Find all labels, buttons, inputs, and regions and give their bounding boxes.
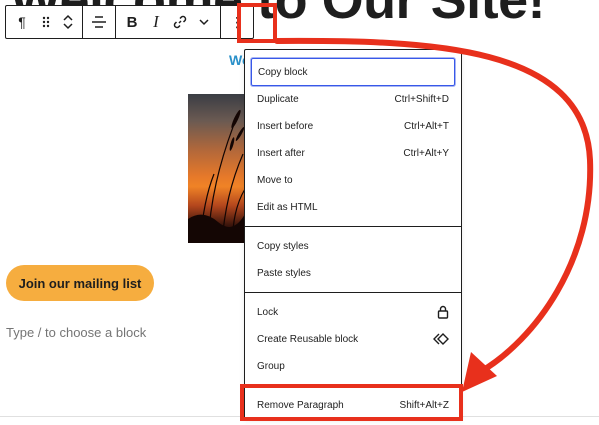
menu-item-move-to[interactable]: Move to — [251, 166, 455, 194]
menu-item-group[interactable]: Group — [251, 352, 455, 380]
move-up-icon[interactable] — [62, 14, 74, 22]
menu-item-label: Duplicate — [257, 93, 299, 105]
toolbar-group-align — [83, 6, 116, 38]
options-button-highlight — [237, 3, 277, 43]
block-toolbar: ¶ B I ⋮ — [5, 5, 254, 39]
menu-item-insert-before[interactable]: Insert before Ctrl+Alt+T — [251, 112, 455, 140]
join-mailing-list-button[interactable]: Join our mailing list — [6, 265, 154, 301]
menu-item-paste-styles[interactable]: Paste styles — [251, 259, 455, 287]
menu-item-label: Create Reusable block — [257, 333, 359, 345]
menu-item-edit-as-html[interactable]: Edit as HTML — [251, 193, 455, 221]
remove-paragraph-highlight — [240, 384, 463, 421]
italic-button[interactable]: I — [144, 6, 168, 38]
menu-item-label: Lock — [257, 306, 279, 318]
toolbar-group-block: ¶ — [6, 6, 83, 38]
move-buttons — [58, 6, 78, 38]
menu-item-copy-styles[interactable]: Copy styles — [251, 232, 455, 260]
menu-item-copy-block[interactable]: Copy block — [251, 58, 455, 86]
lock-icon — [437, 305, 449, 319]
menu-item-insert-after[interactable]: Insert after Ctrl+Alt+Y — [251, 139, 455, 167]
menu-item-label: Copy styles — [257, 240, 309, 252]
menu-item-shortcut: Ctrl+Alt+Y — [403, 147, 449, 159]
reusable-block-icon — [433, 333, 449, 345]
drag-handle-icon[interactable] — [34, 6, 58, 38]
menu-item-label: Insert after — [257, 147, 305, 159]
sunset-photo — [188, 94, 245, 243]
move-down-icon[interactable] — [62, 22, 74, 30]
paragraph-icon[interactable]: ¶ — [10, 6, 34, 38]
menu-item-duplicate[interactable]: Duplicate Ctrl+Shift+D — [251, 85, 455, 113]
menu-item-label: Edit as HTML — [257, 201, 318, 213]
menu-item-label: Group — [257, 360, 285, 372]
align-icon[interactable] — [87, 6, 111, 38]
menu-item-label: Insert before — [257, 120, 314, 132]
menu-item-lock[interactable]: Lock — [251, 298, 455, 326]
menu-item-label: Copy block — [258, 66, 308, 78]
toolbar-group-format: B I — [116, 6, 221, 38]
block-options-menu: Copy block Duplicate Ctrl+Shift+D Insert… — [244, 49, 462, 419]
block-placeholder[interactable]: Type / to choose a block — [6, 325, 146, 340]
menu-item-label: Paste styles — [257, 267, 311, 279]
chevron-down-icon[interactable] — [192, 6, 216, 38]
menu-separator — [245, 292, 461, 293]
menu-item-shortcut: Ctrl+Shift+D — [394, 93, 449, 105]
menu-item-shortcut: Ctrl+Alt+T — [403, 120, 449, 132]
menu-separator — [245, 226, 461, 227]
link-icon[interactable] — [168, 6, 192, 38]
bold-button[interactable]: B — [120, 6, 144, 38]
menu-item-create-reusable-block[interactable]: Create Reusable block — [251, 325, 455, 353]
menu-item-label: Move to — [257, 174, 293, 186]
